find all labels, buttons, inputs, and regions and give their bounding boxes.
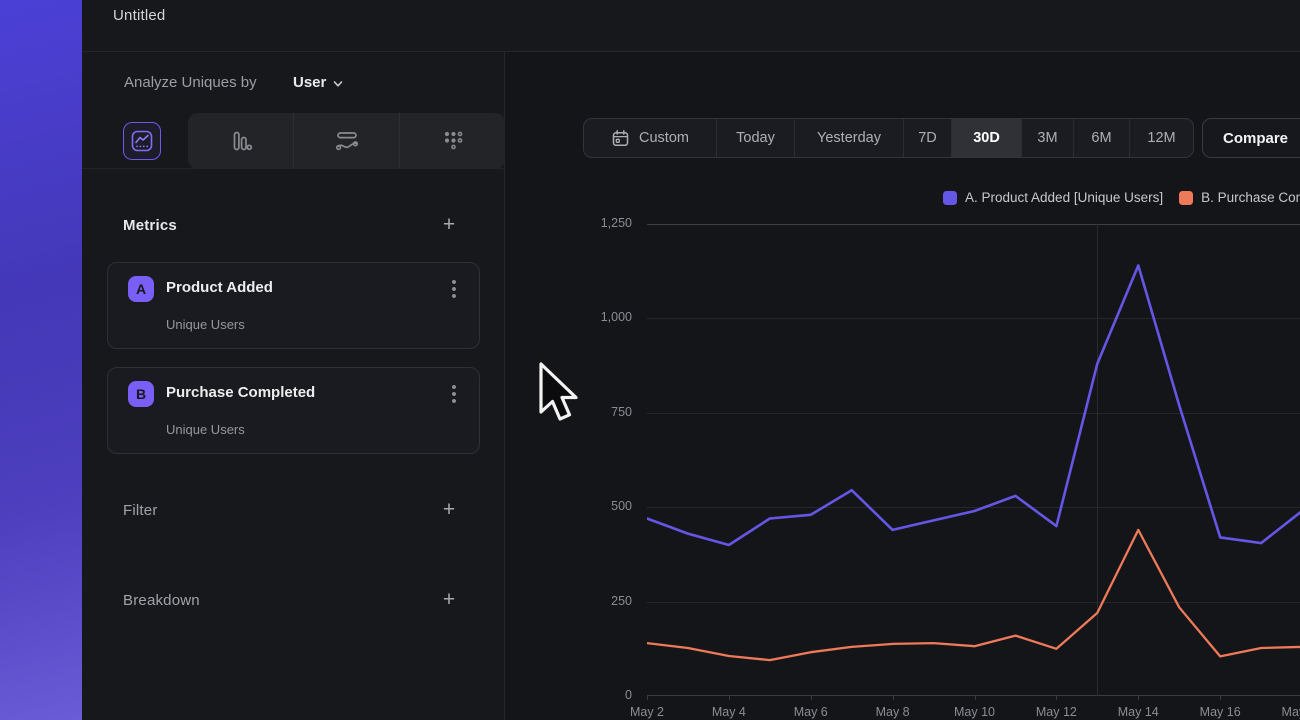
- line-chart-icon: [131, 130, 153, 152]
- analytics-app: Untitled Analyze Uniques by User: [82, 0, 1300, 720]
- legend-label: B. Purchase Completed [Unique Users]: [1201, 190, 1300, 205]
- y-tick-label: 1,250: [572, 216, 632, 230]
- y-tick-label: 250: [572, 594, 632, 608]
- date-range-segmented-control: Custom Today Yesterday 7D 30D 3M 6M 12M: [583, 118, 1194, 158]
- x-tick-label: May 18: [1270, 705, 1300, 719]
- legend-item[interactable]: A. Product Added [Unique Users]: [943, 190, 1163, 205]
- app-header: Untitled: [82, 0, 1300, 52]
- range-button-today[interactable]: Today: [716, 119, 794, 157]
- metric-measure: Unique Users: [166, 317, 245, 332]
- bar-chart-icon: [228, 128, 254, 154]
- chart-type-tabs: [82, 113, 505, 169]
- metric-name: Product Added: [166, 279, 273, 296]
- range-button-label: Custom: [639, 130, 689, 146]
- app-window: Untitled Analyze Uniques by User: [0, 0, 1300, 720]
- range-button-label: 12M: [1147, 130, 1175, 146]
- analyze-by-dropdown[interactable]: User: [293, 74, 343, 91]
- chart-panel: Custom Today Yesterday 7D 30D 3M 6M 12M Compare…: [505, 52, 1300, 720]
- add-metric-button[interactable]: +: [438, 215, 460, 237]
- left-gradient-panel: [0, 0, 82, 720]
- analyze-by-row: Analyze Uniques by User: [82, 52, 505, 113]
- analyze-by-value: User: [293, 74, 326, 91]
- legend-item[interactable]: B. Purchase Completed [Unique Users]: [1179, 190, 1300, 205]
- x-tick-label: May 8: [861, 705, 925, 719]
- calendar-icon: [611, 129, 630, 148]
- x-tick-label: May 10: [943, 705, 1007, 719]
- add-breakdown-button[interactable]: +: [438, 590, 460, 612]
- query-sidebar: Analyze Uniques by User: [82, 52, 505, 720]
- metric-card-a[interactable]: A Product Added ••• Unique Users: [107, 262, 480, 349]
- y-tick-label: 1,000: [572, 310, 632, 324]
- range-button-12m[interactable]: 12M: [1129, 119, 1193, 157]
- x-tick-label: May 2: [615, 705, 679, 719]
- metric-badge-b: B: [128, 381, 154, 407]
- metrics-section-title: Metrics: [123, 217, 177, 234]
- add-filter-button[interactable]: +: [438, 500, 460, 522]
- chart-series-svg: [647, 224, 1300, 696]
- tab-bar-chart[interactable]: [188, 113, 293, 169]
- x-tick-label: May 14: [1106, 705, 1170, 719]
- analyze-by-label: Analyze Uniques by: [124, 74, 257, 91]
- range-button-3m[interactable]: 3M: [1021, 119, 1073, 157]
- chevron-down-icon: [333, 79, 343, 89]
- y-tick-label: 750: [572, 405, 632, 419]
- x-tick-label: May 12: [1024, 705, 1088, 719]
- metric-name: Purchase Completed: [166, 384, 315, 401]
- range-button-6m[interactable]: 6M: [1073, 119, 1129, 157]
- grid-dots-icon: [440, 128, 466, 154]
- range-button-30d[interactable]: 30D: [951, 119, 1021, 157]
- y-tick-label: 0: [572, 688, 632, 702]
- x-tick-label: May 4: [697, 705, 761, 719]
- range-button-label: 6M: [1091, 130, 1111, 146]
- range-button-label: 3M: [1037, 130, 1057, 146]
- breakdown-section-label: Breakdown: [123, 592, 200, 609]
- range-button-label: Today: [736, 130, 775, 146]
- x-tick-label: May 16: [1188, 705, 1252, 719]
- range-button-label: Yesterday: [817, 130, 881, 146]
- chart-legend: A. Product Added [Unique Users] B. Purcha…: [943, 190, 1300, 205]
- document-title[interactable]: Untitled: [113, 7, 165, 24]
- series-line-b: [647, 530, 1300, 660]
- tab-grid-dots-chart[interactable]: [399, 113, 505, 169]
- x-tick-label: May 6: [779, 705, 843, 719]
- series-line-a: [647, 266, 1300, 546]
- tab-flow-chart[interactable]: [293, 113, 399, 169]
- metric-options-icon[interactable]: •••: [445, 279, 463, 301]
- range-button-7d[interactable]: 7D: [903, 119, 951, 157]
- filter-section-label: Filter: [123, 502, 158, 519]
- range-button-label: 7D: [918, 130, 937, 146]
- legend-label: A. Product Added [Unique Users]: [965, 190, 1163, 205]
- y-tick-label: 500: [572, 499, 632, 513]
- compare-button[interactable]: Compare: [1202, 118, 1300, 158]
- metric-card-b[interactable]: B Purchase Completed ••• Unique Users: [107, 367, 480, 454]
- range-button-label: 30D: [973, 130, 1000, 146]
- metric-badge-a: A: [128, 276, 154, 302]
- range-button-custom[interactable]: Custom: [584, 119, 716, 157]
- legend-swatch: [943, 191, 957, 205]
- chart-type-tab-strip: [188, 113, 505, 169]
- range-button-yesterday[interactable]: Yesterday: [794, 119, 903, 157]
- legend-swatch: [1179, 191, 1193, 205]
- metric-measure: Unique Users: [166, 422, 245, 437]
- metric-options-icon[interactable]: •••: [445, 384, 463, 406]
- tab-line-chart[interactable]: [123, 122, 161, 160]
- flow-chart-icon: [333, 128, 361, 154]
